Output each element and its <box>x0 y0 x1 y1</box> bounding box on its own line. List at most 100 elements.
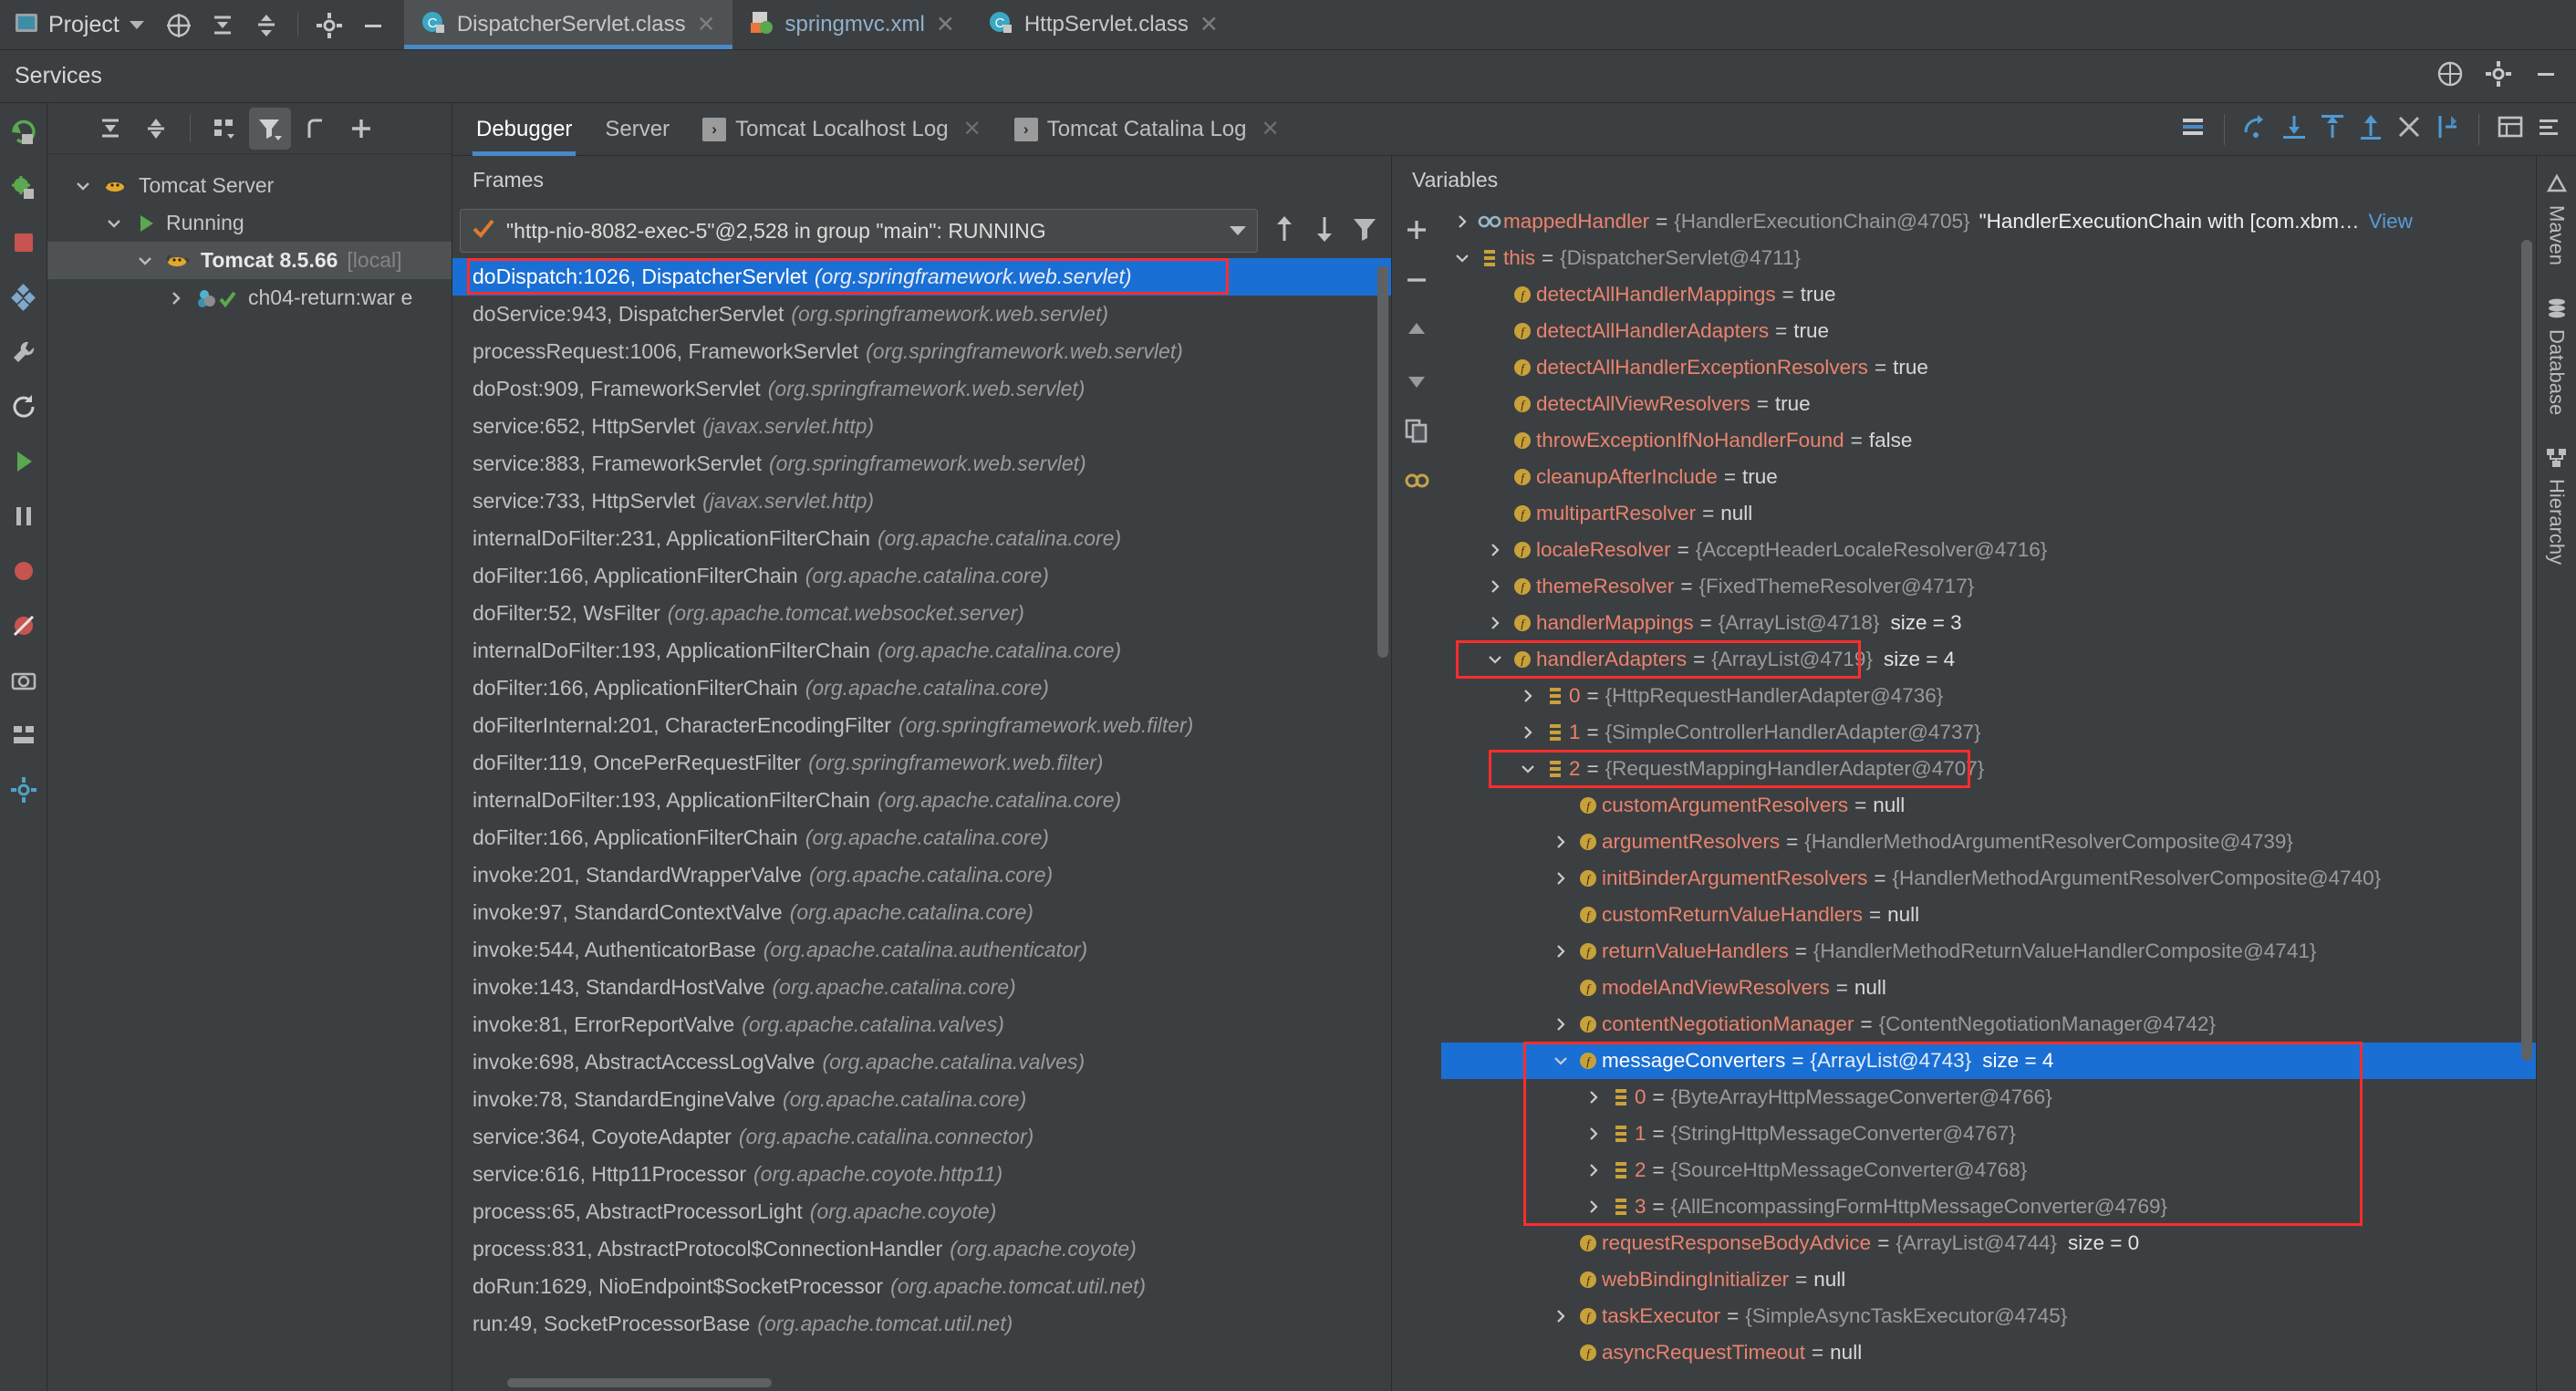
evaluate-icon[interactable] <box>2496 112 2525 146</box>
frame-row[interactable]: service:883, FrameworkServlet (org.spring… <box>452 445 1391 483</box>
editor-tab-httpservlet[interactable]: C HttpServlet.class ✕ <box>971 0 1235 49</box>
variable-row[interactable]: f detectAllHandlerExceptionResolvers = true <box>1441 349 2536 386</box>
chevron-down-icon[interactable] <box>1547 1053 1574 1069</box>
variable-row[interactable]: f asyncRequestTimeout = null <box>1441 1334 2536 1371</box>
watch-icon[interactable] <box>1403 467 1430 499</box>
frame-row[interactable]: doFilter:166, ApplicationFilterChain (org… <box>452 819 1391 856</box>
grid-icon[interactable] <box>8 720 39 751</box>
editor-tab-springmvc-xml[interactable]: springmvc.xml ✕ <box>732 0 971 49</box>
frame-row[interactable]: internalDoFilter:231, ApplicationFilterC… <box>452 520 1391 557</box>
services-tree-item[interactable]: Tomcat Server <box>47 167 452 204</box>
filter-icon[interactable] <box>1351 213 1378 249</box>
frame-row[interactable]: doFilter:166, ApplicationFilterChain (org… <box>452 670 1391 707</box>
frame-row[interactable]: process:831, AbstractProtocol$Connection… <box>452 1230 1391 1268</box>
project-tool-button[interactable]: Project <box>0 0 157 49</box>
refresh-icon[interactable] <box>8 391 39 422</box>
frame-row[interactable]: process:65, AbstractProcessorLight (org.a… <box>452 1193 1391 1230</box>
force-step-into-icon[interactable] <box>2318 112 2347 146</box>
variable-row[interactable]: f customArgumentResolvers = null <box>1441 787 2536 824</box>
group-by-icon[interactable] <box>203 108 245 150</box>
variable-row[interactable]: f webBindingInitializer = null <box>1441 1261 2536 1298</box>
services-tree-item[interactable]: ch04-return:war e <box>47 279 452 317</box>
frame-row[interactable]: doDispatch:1026, DispatcherServlet (org.s… <box>452 258 1391 296</box>
chevron-right-icon[interactable] <box>1547 870 1574 887</box>
chevron-right-icon[interactable] <box>1547 943 1574 960</box>
filter-icon[interactable] <box>249 107 291 150</box>
chevron-right-icon[interactable] <box>1580 1089 1607 1106</box>
pause-icon[interactable] <box>8 501 39 532</box>
variable-row[interactable]: f localeResolver = {AcceptHeaderLocaleResol… <box>1441 532 2536 568</box>
variable-row[interactable]: f handlerMappings = {ArrayList@4718} size = … <box>1441 605 2536 641</box>
variable-row[interactable]: f requestResponseBodyAdvice = {ArrayList@47… <box>1441 1225 2536 1261</box>
run-to-cursor-icon[interactable] <box>2433 112 2462 146</box>
frame-row[interactable]: service:652, HttpServlet (javax.servlet.h… <box>452 408 1391 445</box>
step-out-icon[interactable] <box>2356 112 2385 146</box>
frame-row[interactable]: service:616, Http11Processor (org.apache.… <box>452 1156 1391 1193</box>
variables-scrollbar[interactable] <box>2521 240 2532 1061</box>
frame-row[interactable]: invoke:78, StandardEngineValve (org.apach… <box>452 1081 1391 1118</box>
layout-settings-icon[interactable] <box>2178 112 2207 146</box>
chevron-right-icon[interactable] <box>1580 1126 1607 1142</box>
variable-row[interactable]: f multipartResolver = null <box>1441 495 2536 532</box>
frame-row[interactable]: internalDoFilter:193, ApplicationFilterC… <box>452 782 1391 819</box>
target-icon[interactable] <box>157 0 201 50</box>
thread-dropdown[interactable]: "http-nio-8082-exec-5"@2,528 in group "m… <box>460 209 1258 253</box>
camera-icon[interactable] <box>8 665 39 696</box>
frame-row[interactable]: service:364, CoyoteAdapter (org.apache.ca… <box>452 1118 1391 1156</box>
chevron-down-icon[interactable] <box>129 20 144 29</box>
variable-row[interactable]: 2 = {RequestMappingHandlerAdapter@4707} <box>1441 751 2536 787</box>
close-icon[interactable]: ✕ <box>1262 116 1280 142</box>
variable-row[interactable]: 0 = {ByteArrayHttpMessageConverter@4766} <box>1441 1079 2536 1116</box>
variable-row[interactable]: f argumentResolvers = {HandlerMethodArgumen… <box>1441 824 2536 860</box>
stop-icon[interactable] <box>8 227 39 258</box>
tab-tomcat-localhost-log[interactable]: › Tomcat Localhost Log ✕ <box>686 103 998 156</box>
close-icon[interactable]: ✕ <box>936 13 955 36</box>
chevron-right-icon[interactable] <box>1547 834 1574 850</box>
chevron-right-icon[interactable] <box>1481 615 1509 631</box>
tool-window-database[interactable]: Database <box>2545 296 2569 415</box>
expand-all-icon[interactable] <box>244 0 288 50</box>
chevron-right-icon[interactable] <box>1514 724 1542 741</box>
chevron-right-icon[interactable] <box>1514 688 1542 704</box>
variable-row[interactable]: f themeResolver = {FixedThemeResolver@4717} <box>1441 568 2536 605</box>
frames-scrollbar[interactable] <box>1377 265 1388 658</box>
chevron-right-icon[interactable] <box>1547 1308 1574 1324</box>
variable-row[interactable]: 2 = {SourceHttpMessageConverter@4768} <box>1441 1152 2536 1189</box>
variable-row[interactable]: f contentNegotiationManager = {ContentNegot… <box>1441 1006 2536 1043</box>
frame-row[interactable]: doFilter:52, WsFilter (org.apache.tomcat.… <box>452 595 1391 632</box>
help-icon[interactable] <box>2436 59 2465 93</box>
collapse-all-icon[interactable] <box>201 0 244 50</box>
chevron-down-icon[interactable] <box>1514 761 1542 777</box>
variable-row[interactable]: 0 = {HttpRequestHandlerAdapter@4736} <box>1441 678 2536 714</box>
editor-tab-dispatcherservlet[interactable]: C DispatcherServlet.class ✕ <box>403 0 732 49</box>
up-icon[interactable] <box>1403 317 1430 348</box>
chevron-down-icon[interactable] <box>71 177 95 195</box>
frames-hscrollbar[interactable] <box>452 1375 1391 1391</box>
frame-row[interactable]: invoke:698, AbstractAccessLogValve (org.a… <box>452 1043 1391 1081</box>
chevron-right-icon[interactable] <box>164 289 188 307</box>
variable-row[interactable]: f throwExceptionIfNoHandlerFound = false <box>1441 422 2536 459</box>
frame-row[interactable]: doRun:1629, NioEndpoint$SocketProcessor(… <box>452 1268 1391 1305</box>
services-tree-item[interactable]: Running <box>47 204 452 242</box>
frame-row[interactable]: invoke:81, ErrorReportValve (org.apache.c… <box>452 1006 1391 1043</box>
variable-row[interactable]: f taskExecutor = {SimpleAsyncTaskExecutor@4… <box>1441 1298 2536 1334</box>
variable-row[interactable]: f handlerAdapters = {ArrayList@4719} size = … <box>1441 641 2536 678</box>
variable-row[interactable]: f detectAllHandlerMappings = true <box>1441 276 2536 313</box>
variable-row[interactable]: f returnValueHandlers = {HandlerMethodRetur… <box>1441 933 2536 970</box>
chevron-down-icon[interactable] <box>1449 250 1476 266</box>
variable-row[interactable]: f detectAllHandlerAdapters = true <box>1441 313 2536 349</box>
step-over-icon[interactable] <box>2241 112 2270 146</box>
tool-window-maven[interactable]: Maven <box>2545 172 2569 265</box>
frames-list[interactable]: doDispatch:1026, DispatcherServlet (org.s… <box>452 258 1391 1375</box>
variable-row[interactable]: f initBinderArgumentResolvers = {HandlerMet… <box>1441 860 2536 897</box>
wrench-icon[interactable] <box>8 337 39 368</box>
gear-icon[interactable] <box>307 0 351 50</box>
layout-icon[interactable] <box>8 282 39 313</box>
debug-rerun-icon[interactable] <box>8 172 39 203</box>
view-link[interactable]: View <box>2369 210 2413 234</box>
services-tree-item[interactable]: Tomcat 8.5.66 [local] <box>47 242 452 279</box>
add-icon[interactable] <box>1403 216 1430 248</box>
frame-row[interactable]: internalDoFilter:193, ApplicationFilterC… <box>452 632 1391 670</box>
chevron-down-icon[interactable] <box>102 214 126 233</box>
variable-row[interactable]: f cleanupAfterInclude = true <box>1441 459 2536 495</box>
